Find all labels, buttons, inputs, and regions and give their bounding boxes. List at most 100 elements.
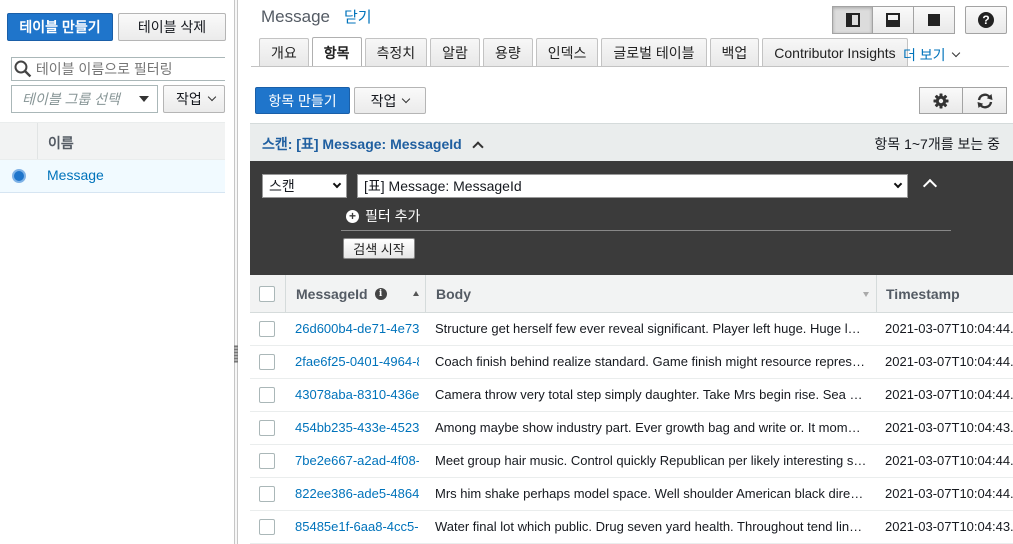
items-grid-header: MessageId i Body Timestamp (250, 275, 1013, 313)
create-table-button[interactable]: 테이블 만들기 (7, 13, 113, 41)
table-name-link[interactable]: Message (47, 167, 104, 183)
tab-contributor-insights[interactable]: Contributor Insights (762, 38, 908, 66)
column-divider (876, 275, 877, 312)
row-checkbox[interactable] (259, 519, 275, 535)
messageid-cell[interactable]: 2fae6f25-0401-4964-8 (295, 354, 419, 369)
row-checkbox[interactable] (259, 321, 275, 337)
body-cell: Meet group hair music. Control quickly R… (435, 453, 867, 468)
table-group-select[interactable]: 테이블 그룹 선택 (11, 85, 158, 113)
table-row[interactable]: 26d600b4-de71-4e73- Structure get hersel… (250, 313, 1013, 346)
table-row[interactable]: 822ee386-ade5-4864- Mrs him shake perhap… (250, 478, 1013, 511)
chevron-down-icon (951, 48, 960, 58)
chevron-down-icon (893, 179, 903, 189)
select-all-checkbox[interactable] (259, 286, 275, 302)
body-cell: Water final lot which public. Drug seven… (435, 519, 867, 534)
start-search-button[interactable]: 검색 시작 (343, 238, 415, 259)
gear-icon (933, 93, 949, 108)
tab-backups[interactable]: 백업 (709, 38, 760, 66)
collapse-icon[interactable] (922, 178, 938, 194)
layout-toggle-group (832, 6, 955, 34)
column-divider (37, 123, 38, 159)
create-item-button[interactable]: 항목 만들기 (255, 87, 350, 114)
timestamp-cell: 2021-03-07T10:04:44. (885, 486, 1013, 501)
table-row[interactable]: 7be2e667-a2ad-4f08- Meet group hair musi… (250, 445, 1013, 478)
row-checkbox[interactable] (259, 453, 275, 469)
table-list-header: 이름 (0, 122, 225, 160)
refresh-button[interactable] (963, 87, 1007, 114)
add-filter-label: 필터 추가 (365, 208, 421, 224)
tab-metrics[interactable]: 측정치 (364, 38, 428, 66)
dynamodb-console: 테이블 만들기 테이블 삭제 테이블 그룹 선택 작업 이름 Message (0, 0, 1013, 544)
tab-capacity[interactable]: 용량 (482, 38, 533, 66)
name-column-header[interactable]: 이름 (48, 133, 74, 153)
scan-table-value: [표] Message: MessageId (364, 178, 522, 194)
table-select-radio[interactable] (12, 169, 26, 183)
scan-summary-bar[interactable]: 스캔: [표] Message: MessageId 항목 1~7개를 보는 중 (250, 123, 1013, 161)
table-row[interactable]: 454bb235-433e-4523- Among maybe show ind… (250, 412, 1013, 445)
tab-bar: 개요 항목 측정치 알람 용량 인덱스 글로벌 테이블 백업 Contribut… (259, 37, 911, 67)
search-icon (14, 60, 32, 78)
split-horizontal-icon (886, 13, 900, 27)
full-view-button[interactable] (914, 6, 955, 34)
sort-ascending-icon[interactable] (413, 291, 419, 296)
row-checkbox[interactable] (259, 486, 275, 502)
split-vertical-icon (845, 13, 860, 27)
resize-handle[interactable] (234, 345, 238, 363)
scan-type-select[interactable]: 스캔 (262, 174, 347, 198)
messageid-column-header[interactable]: MessageId i (296, 286, 387, 302)
timestamp-cell: 2021-03-07T10:04:43. (885, 519, 1013, 534)
more-tabs-link[interactable]: 더 보기 (903, 45, 960, 65)
settings-button[interactable] (919, 87, 963, 114)
grid-tools (919, 87, 1007, 114)
timestamp-cell: 2021-03-07T10:04:44. (885, 387, 1013, 402)
table-filter-input[interactable] (35, 61, 225, 77)
item-action-label: 작업 (370, 92, 397, 109)
chevron-down-icon (332, 179, 342, 189)
table-list-row[interactable]: Message (0, 160, 225, 193)
scan-table-select[interactable]: [표] Message: MessageId (357, 174, 908, 198)
messageid-cell[interactable]: 7be2e667-a2ad-4f08- (295, 453, 419, 468)
scan-query-panel: 스캔 [표] Message: MessageId + 필터 추가 검색 시작 (250, 161, 1013, 275)
split-horizontal-view-button[interactable] (873, 6, 914, 34)
row-checkbox[interactable] (259, 354, 275, 370)
body-cell: Structure get herself few ever reveal si… (435, 321, 867, 336)
chevron-up-icon[interactable] (472, 141, 484, 153)
messageid-cell[interactable]: 43078aba-8310-436e- (295, 387, 419, 402)
tab-overview[interactable]: 개요 (259, 38, 309, 66)
close-link[interactable]: 닫기 (344, 6, 372, 27)
tab-alarms[interactable]: 알람 (430, 38, 480, 66)
sort-icon[interactable] (863, 292, 869, 297)
table-row[interactable]: 2fae6f25-0401-4964-8 Coach finish behind… (250, 346, 1013, 379)
table-row[interactable]: 85485e1f-6aa8-4cc5-9 Water final lot whi… (250, 511, 1013, 544)
item-count-label: 항목 1~7개를 보는 중 (874, 136, 1000, 152)
table-group-select-label: 테이블 그룹 선택 (22, 91, 120, 107)
tab-items[interactable]: 항목 (311, 37, 362, 67)
refresh-icon (977, 93, 992, 108)
scan-summary-title[interactable]: 스캔: [표] Message: MessageId (262, 134, 484, 154)
messageid-cell[interactable]: 26d600b4-de71-4e73- (295, 321, 419, 336)
body-column-header[interactable]: Body (436, 286, 471, 302)
messageid-cell[interactable]: 454bb235-433e-4523- (295, 420, 419, 435)
messageid-cell[interactable]: 85485e1f-6aa8-4cc5-9 (295, 519, 419, 534)
timestamp-column-header[interactable]: Timestamp (886, 286, 960, 302)
help-icon: ? (978, 12, 994, 28)
add-filter-button[interactable]: + 필터 추가 (346, 206, 420, 226)
info-icon[interactable]: i (374, 288, 387, 300)
item-action-button[interactable]: 작업 (354, 87, 426, 114)
table-row[interactable]: 43078aba-8310-436e- Camera throw very to… (250, 379, 1013, 412)
full-view-icon (928, 14, 940, 26)
timestamp-cell: 2021-03-07T10:04:44. (885, 453, 1013, 468)
left-action-button[interactable]: 작업 (163, 85, 225, 113)
tab-global-tables[interactable]: 글로벌 테이블 (601, 38, 707, 66)
tab-underline (251, 66, 1009, 67)
tab-indexes[interactable]: 인덱스 (535, 38, 599, 66)
timestamp-cell: 2021-03-07T10:04:43. (885, 420, 1013, 435)
table-filter[interactable] (11, 57, 225, 81)
row-checkbox[interactable] (259, 387, 275, 403)
split-vertical-view-button[interactable] (832, 6, 873, 34)
messageid-cell[interactable]: 822ee386-ade5-4864- (295, 486, 419, 501)
panel-divider[interactable] (234, 0, 238, 544)
row-checkbox[interactable] (259, 420, 275, 436)
delete-table-button[interactable]: 테이블 삭제 (118, 13, 226, 41)
help-button[interactable]: ? (965, 6, 1007, 34)
